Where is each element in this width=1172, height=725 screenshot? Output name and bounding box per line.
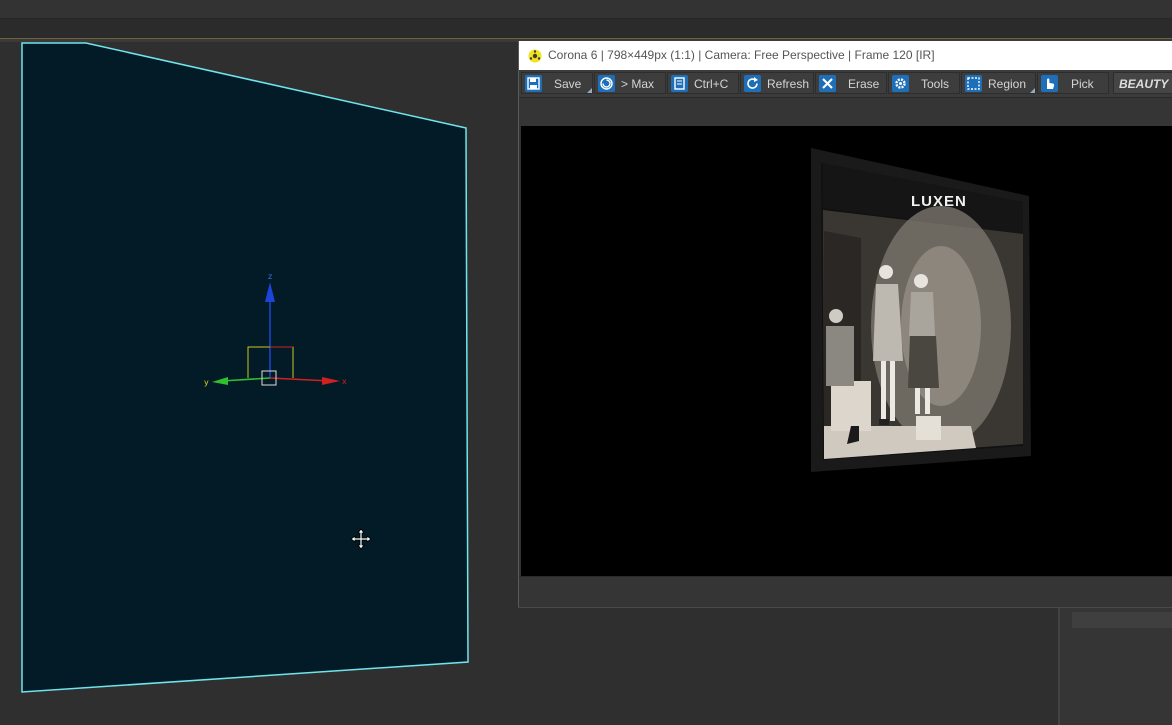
render-channel-label: BEAUTY [1119, 77, 1169, 91]
vfb-titlebar[interactable]: Corona 6 | 798×449px (1:1) | Camera: Fre… [519, 41, 1172, 70]
region-options-corner [1030, 88, 1035, 93]
vfb-subbar [519, 98, 1172, 126]
render-image-area[interactable]: LUXEN [521, 126, 1172, 576]
refresh-icon [744, 75, 761, 92]
corona-logo-icon [528, 48, 542, 63]
refresh-label: Refresh [767, 77, 810, 91]
save-options-corner [587, 88, 592, 93]
spiral-icon [598, 75, 615, 92]
z-axis-label: z [268, 272, 272, 281]
refresh-button[interactable]: Refresh [740, 72, 814, 94]
save-icon [525, 75, 542, 92]
hand-icon [1041, 75, 1058, 92]
erase-button[interactable]: Erase [815, 72, 887, 94]
save-label: Save [554, 77, 582, 91]
pick-label: Pick [1071, 77, 1094, 91]
vfb-toolbar: Save > Max Ctrl+C Refresh Erase Tools Re… [519, 70, 1172, 98]
copy-button[interactable]: Ctrl+C [667, 72, 739, 94]
copy-icon [671, 75, 688, 92]
rendered-shop-window: LUXEN [811, 148, 1031, 472]
selected-plane[interactable] [21, 42, 469, 693]
close-icon [819, 75, 836, 92]
tools-button[interactable]: Tools [888, 72, 960, 94]
gear-icon [892, 75, 909, 92]
x-axis-label: x [342, 377, 347, 386]
region-label: Region [988, 77, 1027, 91]
y-axis-label: y [204, 378, 209, 387]
copy-label: Ctrl+C [694, 77, 729, 91]
region-icon [965, 75, 982, 92]
render-channel-selector[interactable]: BEAUTY [1113, 72, 1172, 94]
erase-label: Erase [848, 77, 880, 91]
send-to-max-button[interactable]: > Max [594, 72, 666, 94]
corona-frame-buffer-window[interactable]: Corona 6 | 798×449px (1:1) | Camera: Fre… [518, 41, 1172, 608]
command-panel-area [1058, 606, 1172, 725]
move-cursor-icon [350, 528, 372, 550]
save-button[interactable]: Save [521, 72, 593, 94]
send-to-max-label: > Max [621, 77, 655, 91]
vfb-title: Corona 6 | 798×449px (1:1) | Camera: Fre… [548, 48, 935, 62]
pick-button[interactable]: Pick [1037, 72, 1109, 94]
command-panel-bar [1072, 612, 1172, 628]
region-button[interactable]: Region [961, 72, 1036, 94]
vfb-status-bar [519, 576, 1172, 607]
tools-label: Tools [921, 77, 950, 91]
